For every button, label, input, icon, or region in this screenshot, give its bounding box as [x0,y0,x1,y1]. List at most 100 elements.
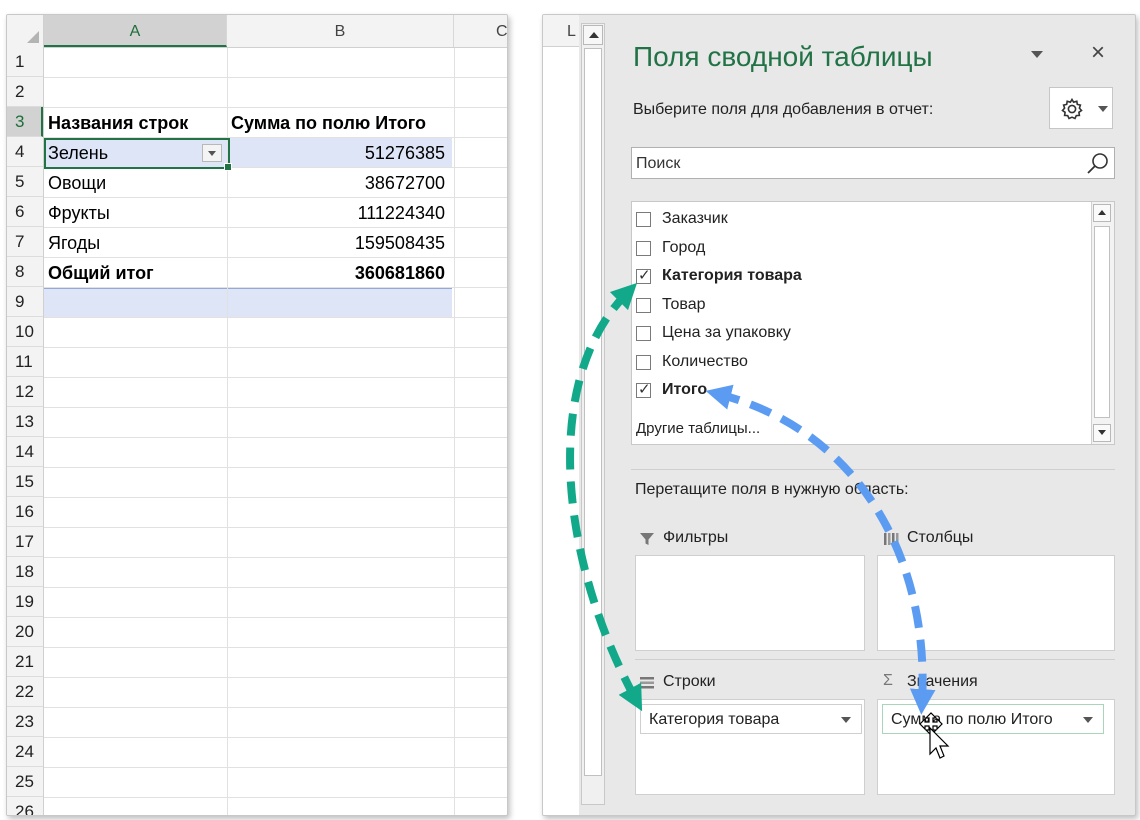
field-item[interactable]: Категория товара [632,263,1088,291]
cell-a1[interactable] [48,48,200,77]
fill-handle[interactable] [224,163,232,171]
select-all-corner[interactable] [7,15,44,47]
field-list-scroll-down[interactable] [1093,424,1111,442]
row-header-1[interactable]: 1 [7,47,43,77]
cell-a23[interactable] [48,708,200,737]
close-button[interactable]: × [1091,39,1105,67]
row-header-5[interactable]: 5 [7,167,43,197]
rows-drop-zone[interactable]: Категория товара [635,699,865,795]
field-checkbox[interactable] [636,266,651,284]
cell-a19[interactable] [48,588,200,617]
cell-a9[interactable] [48,288,200,317]
row-header-3[interactable]: 3 [7,107,43,137]
field-list-scroll-up[interactable] [1093,204,1111,222]
cell-b11[interactable] [231,348,445,377]
cell-b23[interactable] [231,708,445,737]
row-header-2[interactable]: 2 [7,77,43,107]
cell-b20[interactable] [231,618,445,647]
row-header-19[interactable]: 19 [7,587,43,617]
cell-a10[interactable] [48,318,200,347]
cell-a15[interactable] [48,468,200,497]
cell-b7[interactable]: 159508435 [231,228,445,257]
cell-b2[interactable] [231,78,445,107]
field-list-scrollbar[interactable] [1091,202,1114,444]
field-list-scroll-thumb[interactable] [1094,226,1110,418]
pane-options-chevron-down-icon[interactable] [1031,51,1043,58]
cell-a18[interactable] [48,558,200,587]
chevron-down-icon[interactable] [1083,717,1093,723]
row-header-6[interactable]: 6 [7,197,43,227]
row-labels-filter-button[interactable] [202,144,222,162]
cell-b1[interactable] [231,48,445,77]
row-header-8[interactable]: 8 [7,257,43,287]
column-header-a[interactable]: A [44,15,227,47]
cell-b3[interactable]: Сумма по полю Итого [231,108,445,137]
cell-a7[interactable]: Ягоды [48,228,200,257]
cell-b25[interactable] [231,768,445,797]
cell-b22[interactable] [231,678,445,707]
search-field[interactable] [631,147,1115,180]
tools-button[interactable] [1049,87,1113,129]
cell-b26[interactable] [231,798,445,815]
scroll-thumb[interactable] [584,48,602,776]
field-checkbox[interactable] [636,326,651,341]
cell-a14[interactable] [48,438,200,467]
row-header-12[interactable]: 12 [7,377,43,407]
field-checkbox[interactable] [636,240,651,256]
cell-b18[interactable] [231,558,445,587]
cell-a24[interactable] [48,738,200,767]
cell-a3[interactable]: Названия строк [48,108,200,137]
row-header-13[interactable]: 13 [7,407,43,437]
row-header-22[interactable]: 22 [7,677,43,707]
row-header-24[interactable]: 24 [7,737,43,767]
row-header-23[interactable]: 23 [7,707,43,737]
rows-field-chip[interactable]: Категория товара [640,704,862,734]
search-input[interactable] [632,148,1078,180]
cell-b24[interactable] [231,738,445,767]
cell-b6[interactable]: 111224340 [231,198,445,227]
cell-b12[interactable] [231,378,445,407]
row-header-4[interactable]: 4 [7,137,43,167]
row-header-18[interactable]: 18 [7,557,43,587]
field-item[interactable]: Город [632,235,1088,263]
row-header-14[interactable]: 14 [7,437,43,467]
cell-grid[interactable]: Названия строк Сумма по полю Итого Зелень 5… [44,48,507,815]
cell-b21[interactable] [231,648,445,677]
field-item[interactable]: Заказчик [632,206,1088,234]
scroll-up-button[interactable] [583,25,603,45]
row-header-10[interactable]: 10 [7,317,43,347]
cell-b10[interactable] [231,318,445,347]
cell-b13[interactable] [231,408,445,437]
other-tables-link[interactable]: Другие таблицы... [636,420,760,437]
cell-a25[interactable] [48,768,200,797]
cell-a16[interactable] [48,498,200,527]
sheet-vertical-scrollbar[interactable] [581,23,605,805]
cell-a21[interactable] [48,648,200,677]
cell-b16[interactable] [231,498,445,527]
field-item[interactable]: Цена за упаковку [632,320,1088,348]
cell-a11[interactable] [48,348,200,377]
cell-a12[interactable] [48,378,200,407]
cell-a5[interactable]: Овощи [48,168,200,197]
field-item[interactable]: Количество [632,349,1088,377]
cell-a2[interactable] [48,78,200,107]
cell-b15[interactable] [231,468,445,497]
cell-b5[interactable]: 38672700 [231,168,445,197]
field-checkbox[interactable] [636,297,651,313]
row-header-26[interactable]: 26 [7,797,43,815]
row-header-11[interactable]: 11 [7,347,43,377]
row-header-25[interactable]: 25 [7,767,43,797]
field-checkbox[interactable] [636,380,651,398]
cell-a17[interactable] [48,528,200,557]
cell-b9[interactable] [231,288,445,317]
cell-b14[interactable] [231,438,445,467]
cell-a20[interactable] [48,618,200,647]
row-header-7[interactable]: 7 [7,227,43,257]
chevron-down-icon[interactable] [841,717,851,723]
field-item[interactable]: Товар [632,292,1088,320]
cell-b4[interactable]: 51276385 [231,138,445,167]
column-header-l[interactable]: L [543,15,579,47]
field-checkbox[interactable] [636,212,651,227]
filters-drop-zone[interactable] [635,555,865,651]
field-checkbox[interactable] [636,354,651,370]
